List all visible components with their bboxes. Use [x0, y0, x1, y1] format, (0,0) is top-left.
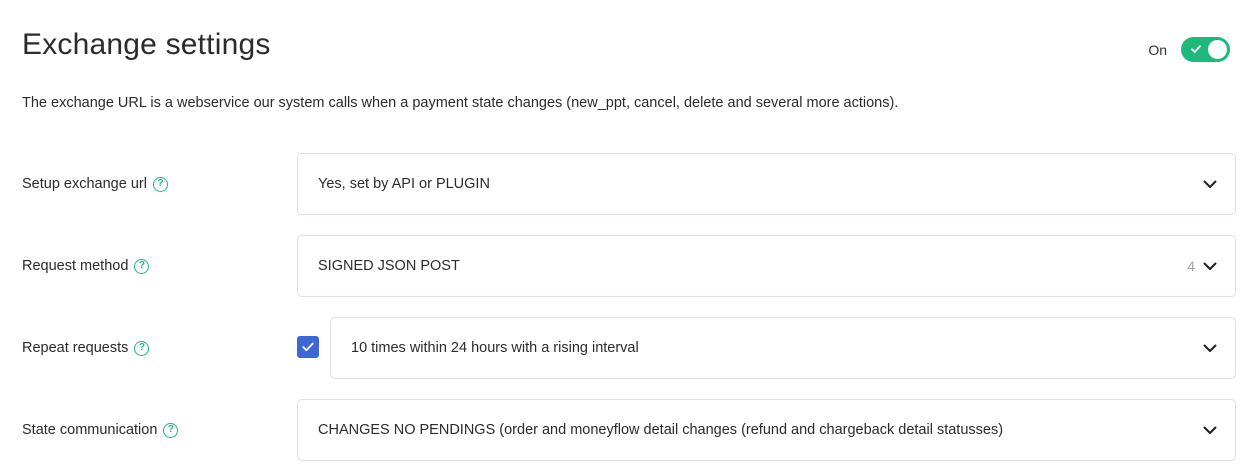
state-communication-label: State communication [22, 422, 158, 438]
chevron-down-icon [1203, 344, 1217, 352]
request-method-label: Request method [22, 258, 129, 274]
setup-exchange-url-label: Setup exchange url [22, 176, 147, 192]
toggle-label: On [1148, 41, 1167, 58]
request-method-value: SIGNED JSON POST [318, 258, 460, 274]
state-communication-label-group: State communication ? [22, 422, 179, 438]
state-communication-row: State communication ? CHANGES NO PENDING… [0, 399, 1252, 461]
request-method-count: 4 [1187, 258, 1195, 274]
setup-exchange-url-label-group: Setup exchange url ? [22, 176, 168, 192]
chevron-down-icon [1203, 180, 1217, 188]
check-icon [302, 342, 314, 352]
repeat-requests-label-group: Repeat requests ? [22, 340, 150, 356]
setup-exchange-url-row: Setup exchange url ? Yes, set by API or … [0, 153, 1252, 215]
question-circle-icon[interactable]: ? [134, 340, 150, 356]
request-method-row: Request method ? SIGNED JSON POST 4 [0, 235, 1252, 297]
exchange-enabled-toggle[interactable] [1181, 37, 1230, 62]
question-circle-icon[interactable]: ? [152, 176, 168, 192]
question-circle-icon[interactable]: ? [134, 258, 150, 274]
setup-exchange-url-value: Yes, set by API or PLUGIN [318, 176, 490, 192]
chevron-down-icon [1203, 262, 1217, 270]
exchange-toggle-group: On [1148, 37, 1230, 62]
check-icon [1191, 45, 1201, 53]
repeat-requests-row: Repeat requests ? 10 times within 24 hou… [0, 317, 1252, 379]
repeat-requests-select[interactable]: 10 times within 24 hours with a rising i… [330, 317, 1236, 379]
question-circle-icon[interactable]: ? [163, 422, 179, 438]
repeat-requests-checkbox[interactable] [297, 336, 319, 358]
setup-exchange-url-select[interactable]: Yes, set by API or PLUGIN [297, 153, 1236, 215]
repeat-requests-value: 10 times within 24 hours with a rising i… [351, 340, 639, 356]
chevron-down-icon [1203, 426, 1217, 434]
repeat-requests-label: Repeat requests [22, 340, 129, 356]
request-method-label-group: Request method ? [22, 258, 150, 274]
state-communication-value: CHANGES NO PENDINGS (order and moneyflow… [318, 422, 1004, 438]
page-title: Exchange settings [22, 28, 271, 61]
toggle-knob [1208, 40, 1227, 59]
state-communication-select[interactable]: CHANGES NO PENDINGS (order and moneyflow… [297, 399, 1236, 461]
request-method-select[interactable]: SIGNED JSON POST 4 [297, 235, 1236, 297]
exchange-description: The exchange URL is a webservice our sys… [22, 95, 899, 111]
